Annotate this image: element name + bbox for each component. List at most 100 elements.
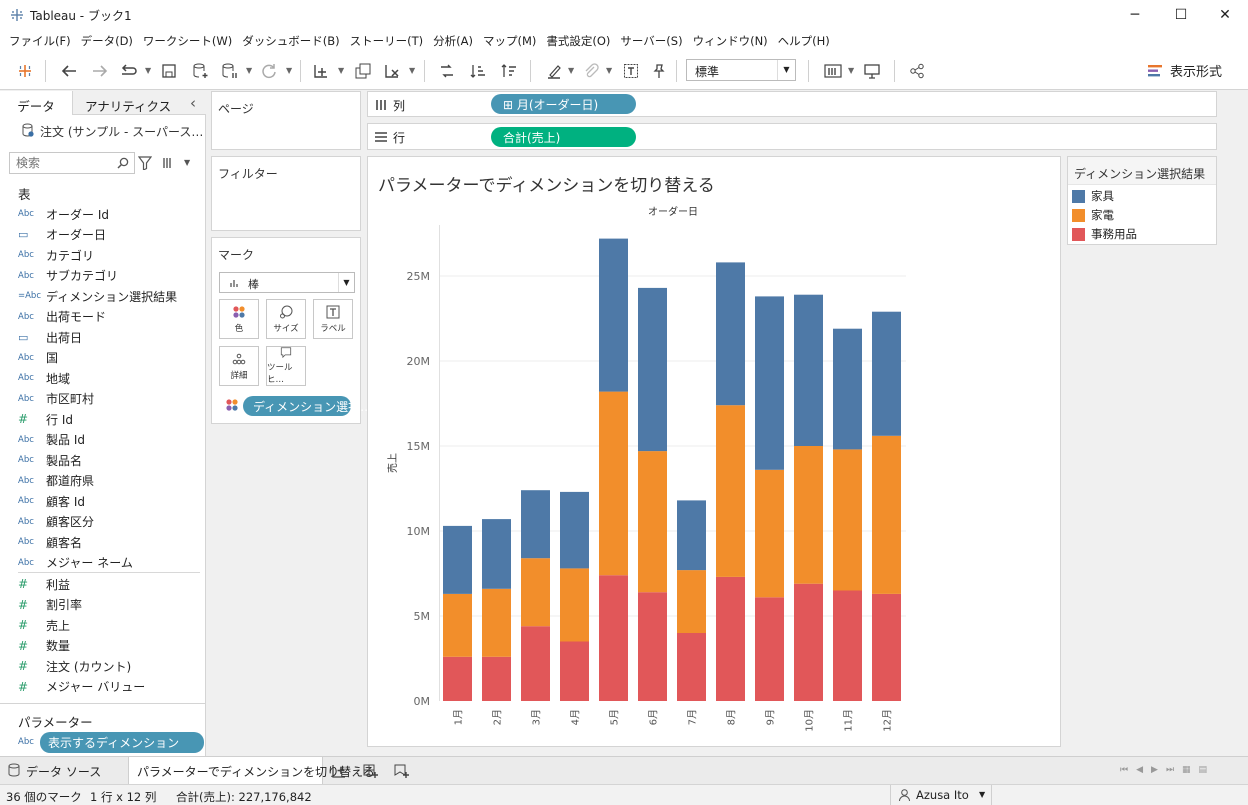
refresh-icon[interactable]: [258, 60, 280, 82]
bar-segment[interactable]: [755, 296, 784, 470]
swap-rows-columns-icon[interactable]: [436, 60, 458, 82]
group-members-icon[interactable]: [580, 60, 602, 82]
dimension-field[interactable]: ▭ オーダー日: [18, 225, 106, 245]
tableau-home-icon[interactable]: [14, 60, 36, 82]
maximize-button[interactable]: ☐: [1158, 0, 1204, 30]
bar-segment[interactable]: [716, 405, 745, 577]
search-box[interactable]: [9, 152, 135, 174]
columns-shelf[interactable]: 列 ⊞ 月(オーダー日): [367, 91, 1217, 117]
chevron-down-icon[interactable]: ▼: [286, 66, 292, 75]
bar-segment[interactable]: [716, 576, 745, 701]
bar-segment[interactable]: [638, 451, 667, 593]
view-options-icon[interactable]: [162, 157, 176, 169]
show-me-button[interactable]: 表示形式: [1148, 61, 1222, 80]
tab-data[interactable]: データ: [0, 91, 72, 115]
bar-segment[interactable]: [482, 588, 511, 657]
new-worksheet-icon[interactable]: [332, 764, 347, 778]
bar-segment[interactable]: [560, 568, 589, 642]
bar-segment[interactable]: [638, 592, 667, 701]
chevron-down-icon[interactable]: ▼: [409, 66, 415, 75]
rows-shelf[interactable]: 行 合計(売上): [367, 123, 1217, 150]
menu-file[interactable]: ファイル(F): [4, 30, 76, 50]
user-menu[interactable]: Azusa Ito ▼: [890, 785, 992, 805]
chart-view[interactable]: パラメーターでディメンションを切り替える オーダー日 0M 5M 10M 15M 20M 2…: [367, 156, 1061, 747]
bar-segment[interactable]: [872, 311, 901, 436]
dimension-field[interactable]: Abc 国: [18, 348, 58, 368]
rows-pill[interactable]: 合計(売上): [491, 127, 636, 147]
bar-segment[interactable]: [521, 558, 550, 627]
save-icon[interactable]: [158, 60, 180, 82]
search-input[interactable]: [16, 154, 116, 172]
bar-segment[interactable]: [872, 593, 901, 701]
sort-ascending-icon[interactable]: [467, 60, 489, 82]
chevron-down-icon[interactable]: ▼: [606, 66, 612, 75]
menu-format[interactable]: 書式設定(O): [541, 30, 615, 50]
bar-segment[interactable]: [482, 519, 511, 589]
new-dashboard-icon[interactable]: [363, 764, 378, 778]
bar-segment[interactable]: [677, 500, 706, 571]
tab-datasource[interactable]: データ ソース: [0, 757, 128, 785]
close-button[interactable]: ✕: [1202, 0, 1248, 30]
bar-segment[interactable]: [716, 262, 745, 406]
dimension-field[interactable]: Abc 顧客名: [18, 532, 82, 552]
chevron-down-icon[interactable]: ▼: [848, 66, 854, 75]
measure-field[interactable]: # 数量: [18, 636, 70, 656]
dimension-field[interactable]: =Abc ディメンション選択結果: [18, 286, 177, 306]
bar-segment[interactable]: [443, 656, 472, 701]
dimension-field[interactable]: Abc カテゴリ: [18, 245, 94, 265]
legend-item-furniture[interactable]: 家具: [1072, 188, 1114, 204]
detail-button[interactable]: 詳細: [219, 346, 259, 386]
measure-field[interactable]: # 割引率: [18, 595, 82, 615]
bar-segment[interactable]: [833, 590, 862, 702]
bar-segment[interactable]: [794, 446, 823, 584]
bar-segment[interactable]: [599, 238, 628, 392]
pages-card[interactable]: ページ: [211, 91, 361, 150]
pin-axes-icon[interactable]: [648, 60, 670, 82]
dimension-field[interactable]: Abc 製品 Id: [18, 430, 85, 450]
dimension-field[interactable]: # 行 Id: [18, 409, 73, 429]
size-button[interactable]: サイズ: [266, 299, 306, 339]
fit-select[interactable]: 標準 ▼: [686, 59, 796, 81]
menu-map[interactable]: マップ(M): [478, 30, 541, 50]
chevron-down-icon[interactable]: ▼: [145, 66, 151, 75]
legend-item-electronics[interactable]: 家電: [1072, 207, 1114, 223]
dimension-field[interactable]: Abc サブカテゴリ: [18, 266, 118, 286]
dimension-field[interactable]: ▭ 出荷日: [18, 327, 82, 347]
chevron-down-icon[interactable]: ▼: [568, 66, 574, 75]
bar-segment[interactable]: [833, 328, 862, 450]
menu-worksheet[interactable]: ワークシート(W): [138, 30, 237, 50]
redo-icon[interactable]: [89, 60, 111, 82]
new-datasource-icon[interactable]: [190, 60, 212, 82]
bar-segment[interactable]: [755, 597, 784, 701]
dimension-field[interactable]: Abc 出荷モード: [18, 307, 106, 327]
menu-story[interactable]: ストーリー(T): [345, 30, 429, 50]
pause-updates-icon[interactable]: [219, 60, 241, 82]
show-cards-icon[interactable]: [822, 60, 844, 82]
undo-icon[interactable]: [58, 60, 80, 82]
new-worksheet-icon[interactable]: [310, 60, 332, 82]
bar-segment[interactable]: [872, 435, 901, 594]
replay-animation-icon[interactable]: [118, 60, 140, 82]
share-icon[interactable]: [906, 60, 928, 82]
chevron-down-icon[interactable]: ▼: [338, 66, 344, 75]
sort-descending-icon[interactable]: [498, 60, 520, 82]
bar-segment[interactable]: [599, 391, 628, 576]
dimension-field[interactable]: Abc オーダー Id: [18, 204, 109, 224]
bar-segment[interactable]: [443, 525, 472, 594]
tab-sheet[interactable]: パラメーターでディメンションを切り替える: [128, 757, 375, 785]
datasource-item[interactable]: 注文 (サンプル - スーパース…: [22, 123, 203, 140]
bar-segment[interactable]: [677, 633, 706, 701]
menu-server[interactable]: サーバー(S): [615, 30, 687, 50]
bar-segment[interactable]: [638, 287, 667, 452]
menu-data[interactable]: データ(D): [76, 30, 138, 50]
duplicate-sheet-icon[interactable]: [352, 60, 374, 82]
parameter-item[interactable]: Abc 表示するディメンション: [18, 731, 204, 753]
show-mark-labels-icon[interactable]: [620, 60, 642, 82]
bar-segment[interactable]: [521, 626, 550, 701]
label-button[interactable]: ラベル: [313, 299, 353, 339]
tab-navigation[interactable]: ⏮◀▶⏭▦▤: [1120, 765, 1215, 775]
collapse-pane-icon[interactable]: ‹: [190, 94, 196, 112]
menu-dashboard[interactable]: ダッシュボード(B): [237, 30, 344, 50]
bar-segment[interactable]: [560, 491, 589, 569]
bar-segment[interactable]: [521, 490, 550, 559]
